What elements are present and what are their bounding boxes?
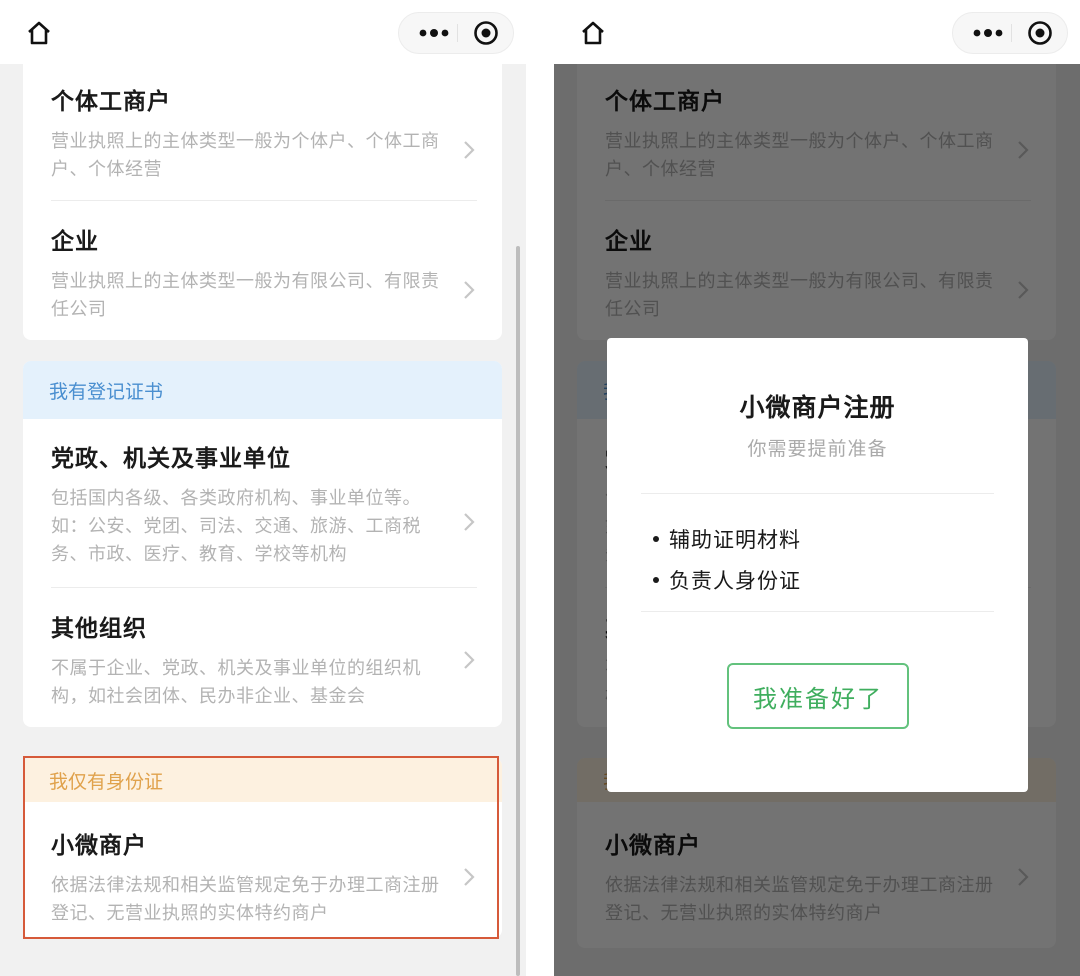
item-title: 企业 (51, 229, 99, 255)
chevron-right-icon (464, 513, 475, 531)
item-description: 包括国内各级、各类政府机构、事业单位等。如：公安、党团、司法、交通、旅游、工商税… (51, 488, 421, 565)
scrollbar[interactable] (516, 246, 520, 976)
capsule-menu (952, 12, 1068, 54)
more-button[interactable] (409, 13, 459, 53)
home-button[interactable] (18, 12, 60, 54)
home-icon (582, 21, 604, 45)
divider (51, 200, 477, 201)
dialog-subtitle: 你需要提前准备 (747, 438, 888, 460)
required-materials-list: 辅助证明材料 负责人身份证 (653, 518, 801, 600)
business-type-card: 个体工商户 营业执照上的主体类型一般为个体户、个体工商户、个体经营 企业 营业执… (23, 64, 502, 340)
close-miniprogram-button[interactable] (461, 13, 511, 53)
list-item-enterprise[interactable]: 企业 营业执照上的主体类型一般为有限公司、有限责任公司 (23, 222, 502, 324)
more-button[interactable] (963, 13, 1013, 53)
record-close-icon (474, 21, 498, 45)
bullet-icon (653, 535, 659, 542)
list-item-text: 负责人身份证 (669, 568, 801, 593)
highlight-annotation (23, 756, 499, 939)
nav-bar (554, 0, 1080, 64)
item-title: 其他组织 (51, 616, 147, 642)
ready-button[interactable]: 我准备好了 (727, 663, 909, 729)
micro-merchant-dialog: 小微商户注册 你需要提前准备 辅助证明材料 负责人身份证 我准备好了 (607, 338, 1028, 792)
chevron-right-icon (464, 141, 475, 159)
more-dots-icon (419, 29, 449, 37)
nav-bar (0, 0, 526, 64)
home-button[interactable] (572, 12, 614, 54)
list-item-government[interactable]: 党政、机关及事业单位 包括国内各级、各类政府机构、事业单位等。如：公安、党团、司… (23, 439, 502, 569)
record-close-icon (1028, 21, 1052, 45)
capsule-divider (457, 24, 458, 42)
bullet-icon (653, 576, 659, 583)
dialog-title: 小微商户注册 (739, 393, 896, 422)
list-item: 辅助证明材料 (653, 518, 801, 559)
chevron-right-icon (464, 651, 475, 669)
home-icon (28, 21, 50, 45)
divider (51, 587, 477, 588)
list-item-other-org[interactable]: 其他组织 不属于企业、党政、机关及事业单位的组织机构，如社会团体、民办非企业、基… (23, 609, 502, 711)
list-item-text: 辅助证明材料 (669, 527, 801, 552)
panel-gap (526, 0, 554, 976)
right-screen: 个体工商户 营业执照上的主体类型一般为个体户、个体工商户、个体经营 企业 营业执… (554, 0, 1080, 976)
registration-cert-card: 我有登记证书 党政、机关及事业单位 包括国内各级、各类政府机构、事业单位等。如：… (23, 361, 502, 727)
divider (641, 493, 994, 494)
chevron-right-icon (464, 281, 475, 299)
section-header: 我有登记证书 (23, 361, 502, 419)
list-item-individual[interactable]: 个体工商户 营业执照上的主体类型一般为个体户、个体工商户、个体经营 (23, 82, 502, 184)
item-title: 党政、机关及事业单位 (51, 446, 291, 472)
left-screen: 个体工商户 营业执照上的主体类型一般为个体户、个体工商户、个体经营 企业 营业执… (0, 0, 526, 976)
item-title: 个体工商户 (51, 89, 171, 115)
more-dots-icon (973, 29, 1003, 37)
capsule-menu (398, 12, 514, 54)
close-miniprogram-button[interactable] (1015, 13, 1065, 53)
item-description: 不属于企业、党政、机关及事业单位的组织机构，如社会团体、民办非企业、基金会 (51, 658, 421, 707)
divider (641, 611, 994, 612)
item-description: 营业执照上的主体类型一般为个体户、个体工商户、个体经营 (51, 131, 440, 180)
list-item: 负责人身份证 (653, 559, 801, 600)
capsule-divider (1011, 24, 1012, 42)
item-description: 营业执照上的主体类型一般为有限公司、有限责任公司 (51, 271, 440, 320)
